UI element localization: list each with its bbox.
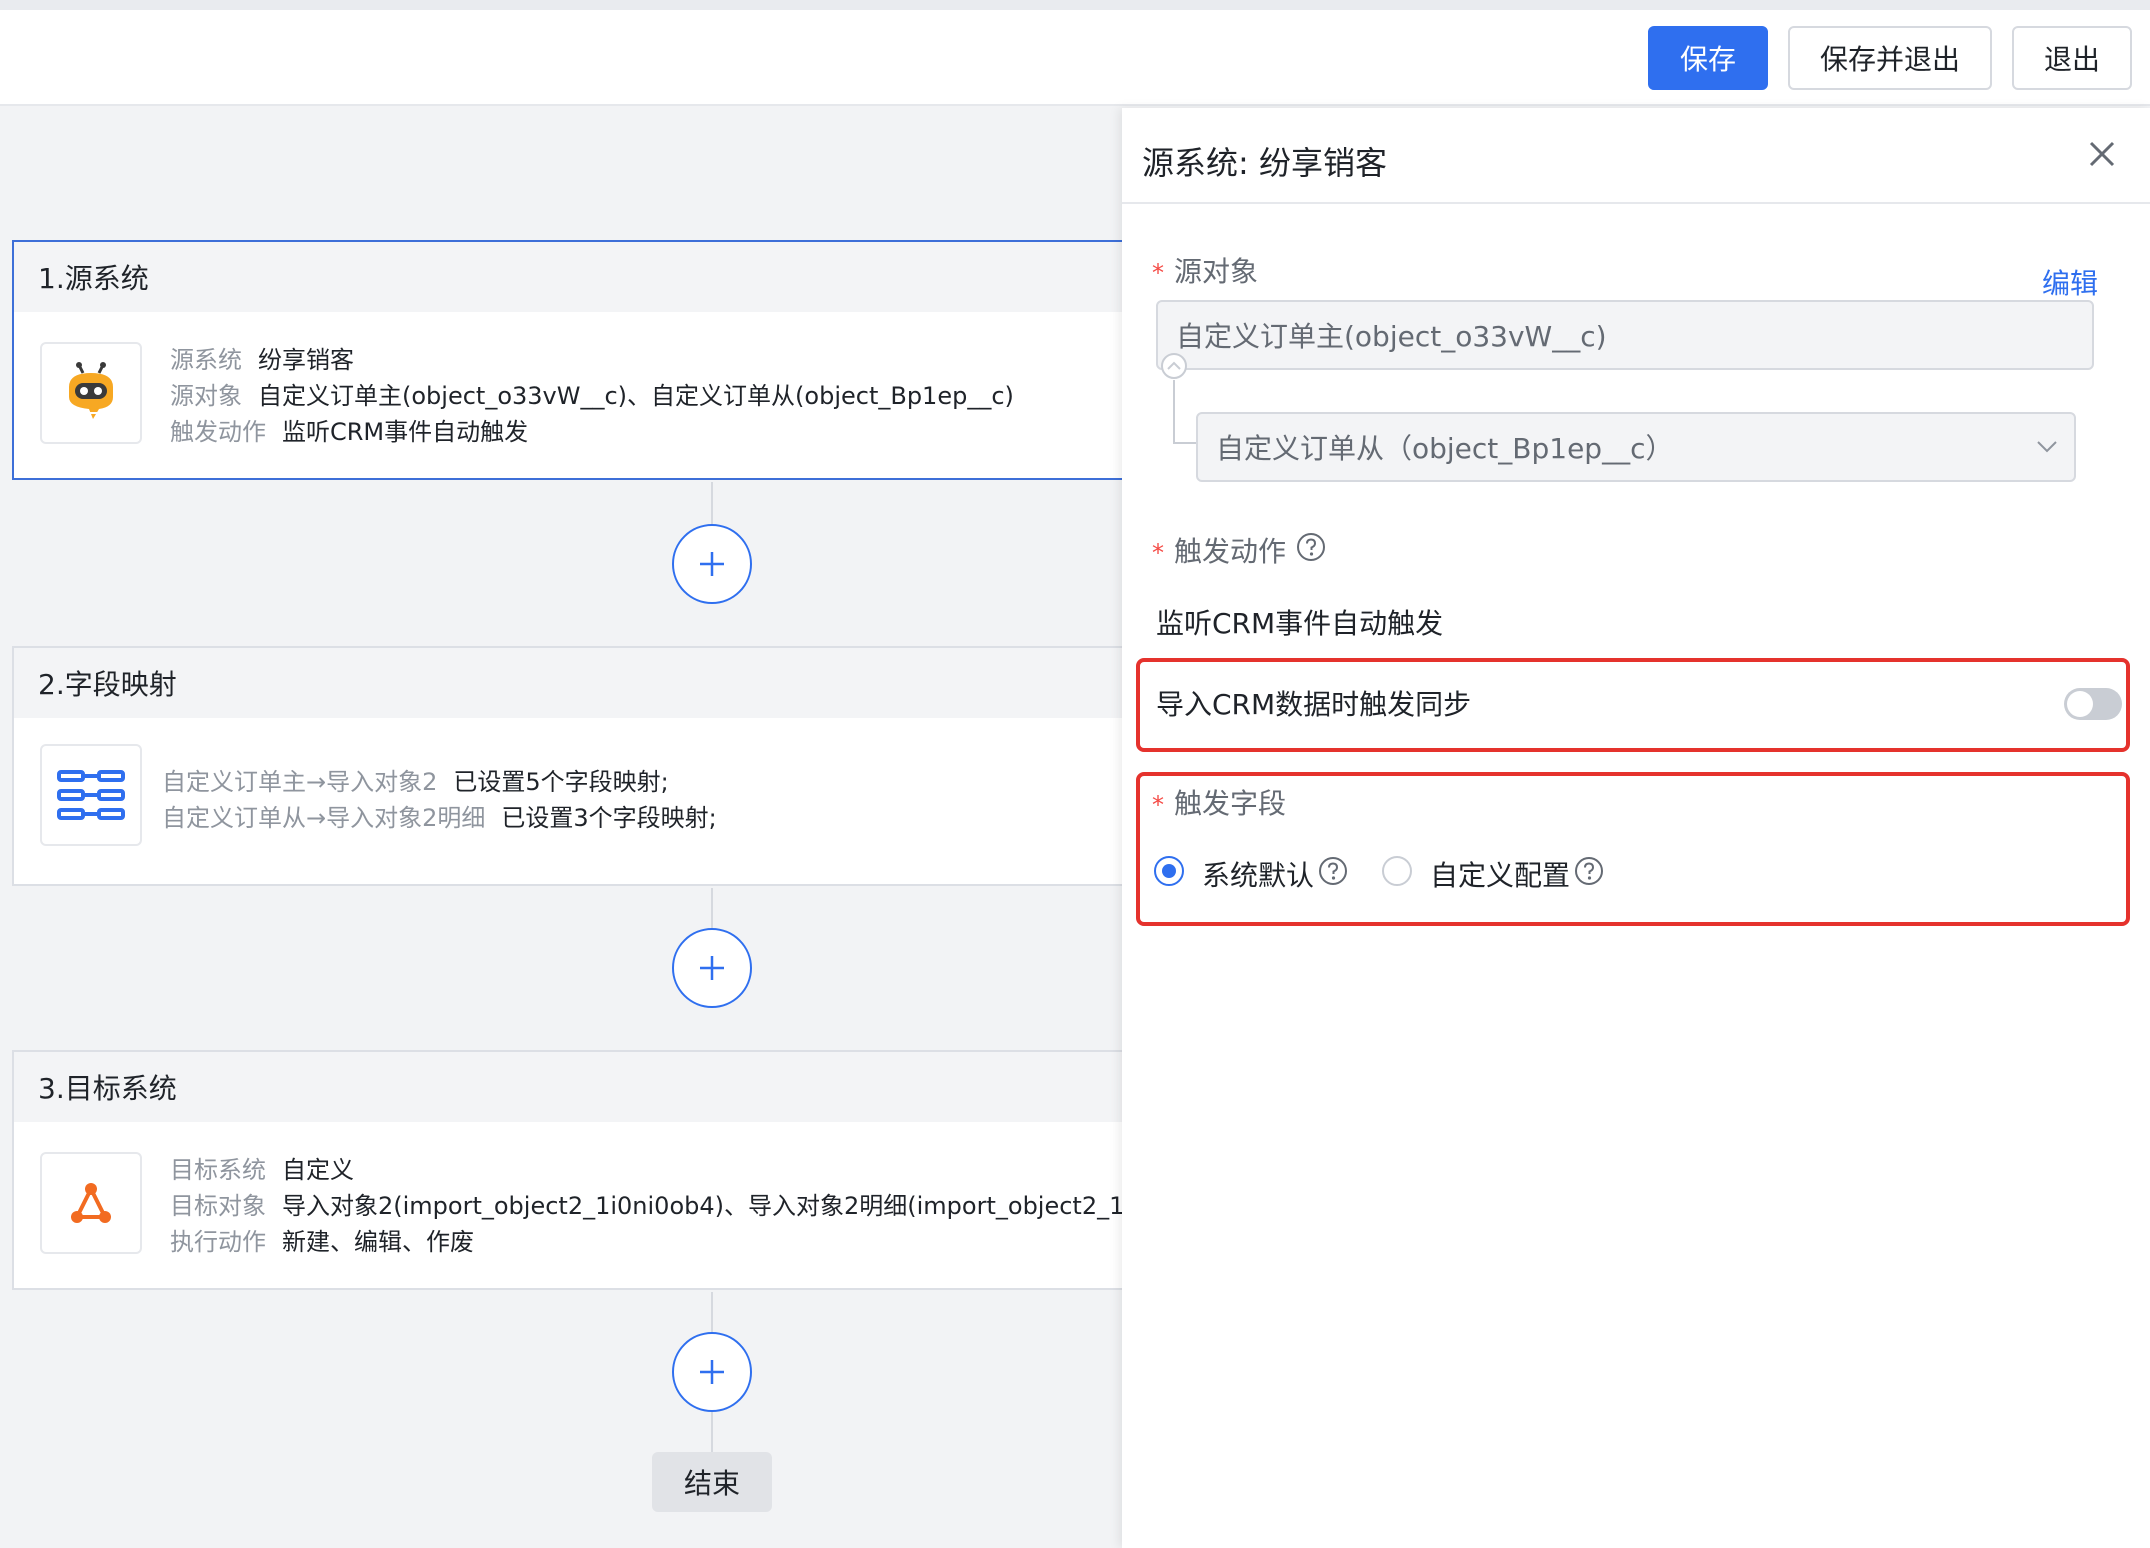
help-circle-icon[interactable] [1318,856,1348,886]
source-system-panel: 源系统: 纷享销客 * 源对象 编辑 自定义订单主(object_o33vW__c… [1122,108,2150,1548]
target-system-card[interactable]: 3.目标系统 目标系统 自定义 目标对象 导入对象2(import_object2_… [12,1050,1122,1290]
card-title: 1.源系统 [14,242,1122,312]
plus-icon [700,1360,724,1384]
source-card-details: 源系统 纷享销客 源对象 自定义订单主(object_o33vW__c)、自定义订单… [170,342,1014,450]
row-label: 源对象 [170,382,242,410]
edit-link[interactable]: 编辑 [2042,262,2098,302]
row-value: 自定义订单主(object_o33vW__c)、自定义订单从(object_Bp… [258,382,1014,410]
radio-system-default-label: 系统默认 [1202,859,1315,892]
row-value: 已设置5个字段映射; [453,768,669,796]
plus-icon [700,552,724,576]
radio-custom-config[interactable] [1382,856,1412,886]
card-title: 2.字段映射 [14,648,1122,718]
field-mapping-icon [40,744,142,846]
target-card-details: 目标系统 自定义 目标对象 导入对象2(import_object2_1i0ni0o… [170,1152,1122,1260]
add-step-button[interactable] [672,928,752,1008]
detail-object-value: 自定义订单从（object_Bp1ep__c） [1216,432,1674,465]
add-step-button[interactable] [672,524,752,604]
row-value: 已设置3个字段映射; [501,804,717,832]
end-node: 结束 [652,1452,772,1512]
row-value: 新建、编辑、作废 [282,1228,474,1256]
save-button[interactable]: 保存 [1648,26,1768,90]
source-system-card[interactable]: 1.源系统 源系统 纷享销客 源对象 自定义订单主(object_o33vW__c)… [12,240,1122,480]
row-value: 自定义 [282,1156,354,1184]
row-label: 执行动作 [170,1228,266,1256]
plus-icon [700,956,724,980]
row-value: 导入对象2(import_object2_1i0ni0ob4)、导入对象2明细(… [282,1192,1122,1220]
row-label: 目标对象 [170,1192,266,1220]
robot-mascot-icon [40,342,142,444]
import-sync-toggle[interactable] [2064,688,2122,720]
row-value: 监听CRM事件自动触发 [282,418,529,446]
row-label: 自定义订单从→导入对象2明细 [162,804,486,832]
trigger-action-label: * 触发动作 [1152,535,1287,568]
trigger-action-value: 监听CRM事件自动触发 [1156,607,1444,640]
row-label: 源系统 [170,346,242,374]
card-title: 3.目标系统 [14,1052,1122,1122]
row-label: 目标系统 [170,1156,266,1184]
master-object-field[interactable]: 自定义订单主(object_o33vW__c) [1156,300,2094,370]
close-icon [2089,141,2115,167]
collapse-toggle-icon [1161,353,1187,379]
exit-button[interactable]: 退出 [2012,26,2132,90]
row-label: 自定义订单主→导入对象2 [162,768,438,796]
add-step-button[interactable] [672,1332,752,1412]
help-circle-icon[interactable] [1296,532,1326,562]
collapse-toggle[interactable] [1160,352,1188,380]
trigger-field-label: * 触发字段 [1152,787,1287,820]
detail-object-select[interactable]: 自定义订单从（object_Bp1ep__c） [1196,412,2076,482]
panel-title: 源系统: 纷享销客 [1142,144,1387,182]
flow-canvas: 1.源系统 源系统 纷享销客 源对象 自定义订单主(object_o33vW__c)… [0,108,1122,1548]
radio-custom-config-label: 自定义配置 [1430,859,1571,892]
row-label: 触发动作 [170,418,266,446]
help-circle-icon[interactable] [1574,856,1604,886]
close-button[interactable] [2082,134,2122,174]
radio-system-default[interactable] [1154,856,1184,886]
row-value: 纷享销客 [258,346,354,374]
save-and-exit-button[interactable]: 保存并退出 [1788,26,1992,90]
top-toolbar: 保存 保存并退出 退出 [0,0,2150,106]
import-sync-label: 导入CRM数据时触发同步 [1156,688,1472,721]
mapping-card-details: 自定义订单主→导入对象2 已设置5个字段映射; 自定义订单从→导入对象2明细 已设置… [162,764,717,836]
field-mapping-card[interactable]: 2.字段映射 自定义订单主→导入对象2 已设置5个字段映射; 自定义订单从→导入对… [12,646,1122,886]
source-object-label: * 源对象 [1152,255,1259,288]
target-system-icon [40,1152,142,1254]
chevron-down-icon [2037,441,2057,453]
